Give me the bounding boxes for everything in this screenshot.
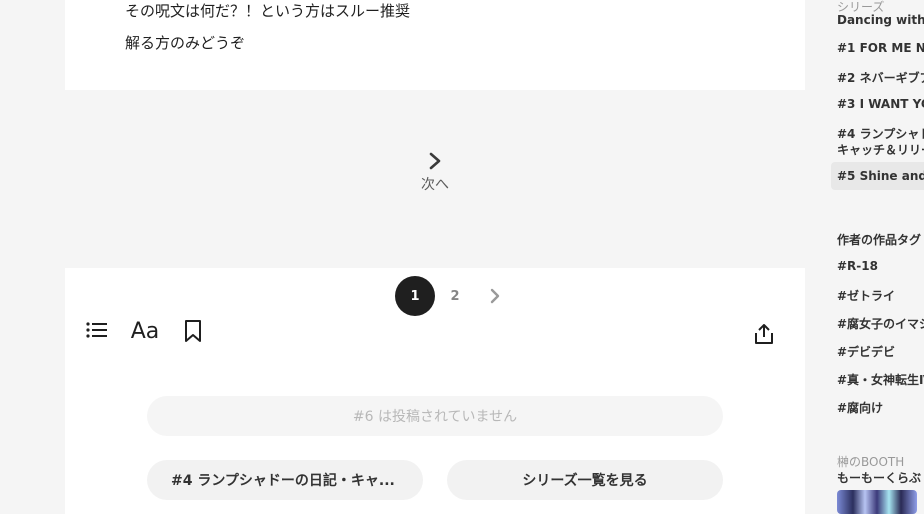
next-label: 次へ <box>421 177 449 193</box>
series-item[interactable]: #4 ランプシャド <box>837 125 924 142</box>
pagination: 1 2 <box>395 276 515 316</box>
series-item[interactable]: #3 I WANT YOU <box>837 97 924 111</box>
bookmark-icon[interactable] <box>181 318 205 344</box>
next-page-link[interactable]: 次へ <box>400 152 470 202</box>
font-settings-icon[interactable]: Aa <box>129 318 161 344</box>
list-icon[interactable] <box>85 318 109 342</box>
series-list-button[interactable]: シリーズ一覧を見る <box>447 460 723 500</box>
reader-footer: 1 2 Aa #6 は投稿されていません #4 ランプシャドーの日記・キャ...… <box>65 268 805 514</box>
tag-link[interactable]: #デビデビ <box>837 343 895 360</box>
next-page-button[interactable] <box>475 276 515 316</box>
chevron-right-icon <box>490 288 500 304</box>
sidebar: シリーズ Dancing with da #1 FOR ME NOW #2 ネバ… <box>805 0 924 514</box>
chevron-right-icon <box>429 152 441 170</box>
text-line: その呪文は何だ？！という方はスルー推奨 <box>125 2 411 20</box>
previous-episode-button[interactable]: #4 ランプシャドーの日記・キャ... <box>147 460 423 500</box>
booth-label: 榊のBOOTH <box>837 455 905 469</box>
tag-link[interactable]: #真・女神転生Ⅳ <box>837 371 924 388</box>
novel-text-area: その呪文は何だ？！という方はスルー推奨 解る方のみどうぞ <box>65 0 805 90</box>
tag-link[interactable]: #腐向け <box>837 399 883 416</box>
page-1-button[interactable]: 1 <box>395 276 435 316</box>
page-2-button[interactable]: 2 <box>435 276 475 316</box>
series-title-link[interactable]: Dancing with da <box>837 13 924 27</box>
series-item[interactable]: #1 FOR ME NOW <box>837 41 924 55</box>
next-section: 次へ <box>65 90 805 268</box>
share-icon[interactable] <box>751 320 777 348</box>
booth-shop-link[interactable]: もーもーくらぶ <box>837 469 921 486</box>
text-line: 解る方のみどうぞ <box>125 34 246 52</box>
booth-thumbnail[interactable] <box>837 490 917 514</box>
tag-link[interactable]: #腐女子のイマジ <box>837 315 924 332</box>
tag-link[interactable]: #ゼトライ <box>837 287 895 304</box>
previous-episode-label: #4 ランプシャドーの日記・キャ... <box>171 473 395 489</box>
not-posted-notice: #6 は投稿されていません <box>147 396 723 436</box>
series-item-current[interactable]: #5 Shine and Et <box>837 169 924 183</box>
tag-link[interactable]: #R-18 <box>837 259 878 273</box>
series-item-continued[interactable]: キャッチ＆リリー <box>837 141 924 158</box>
series-item[interactable]: #2 ネバーギブア <box>837 69 924 86</box>
tags-heading: 作者の作品タグ <box>837 233 922 247</box>
